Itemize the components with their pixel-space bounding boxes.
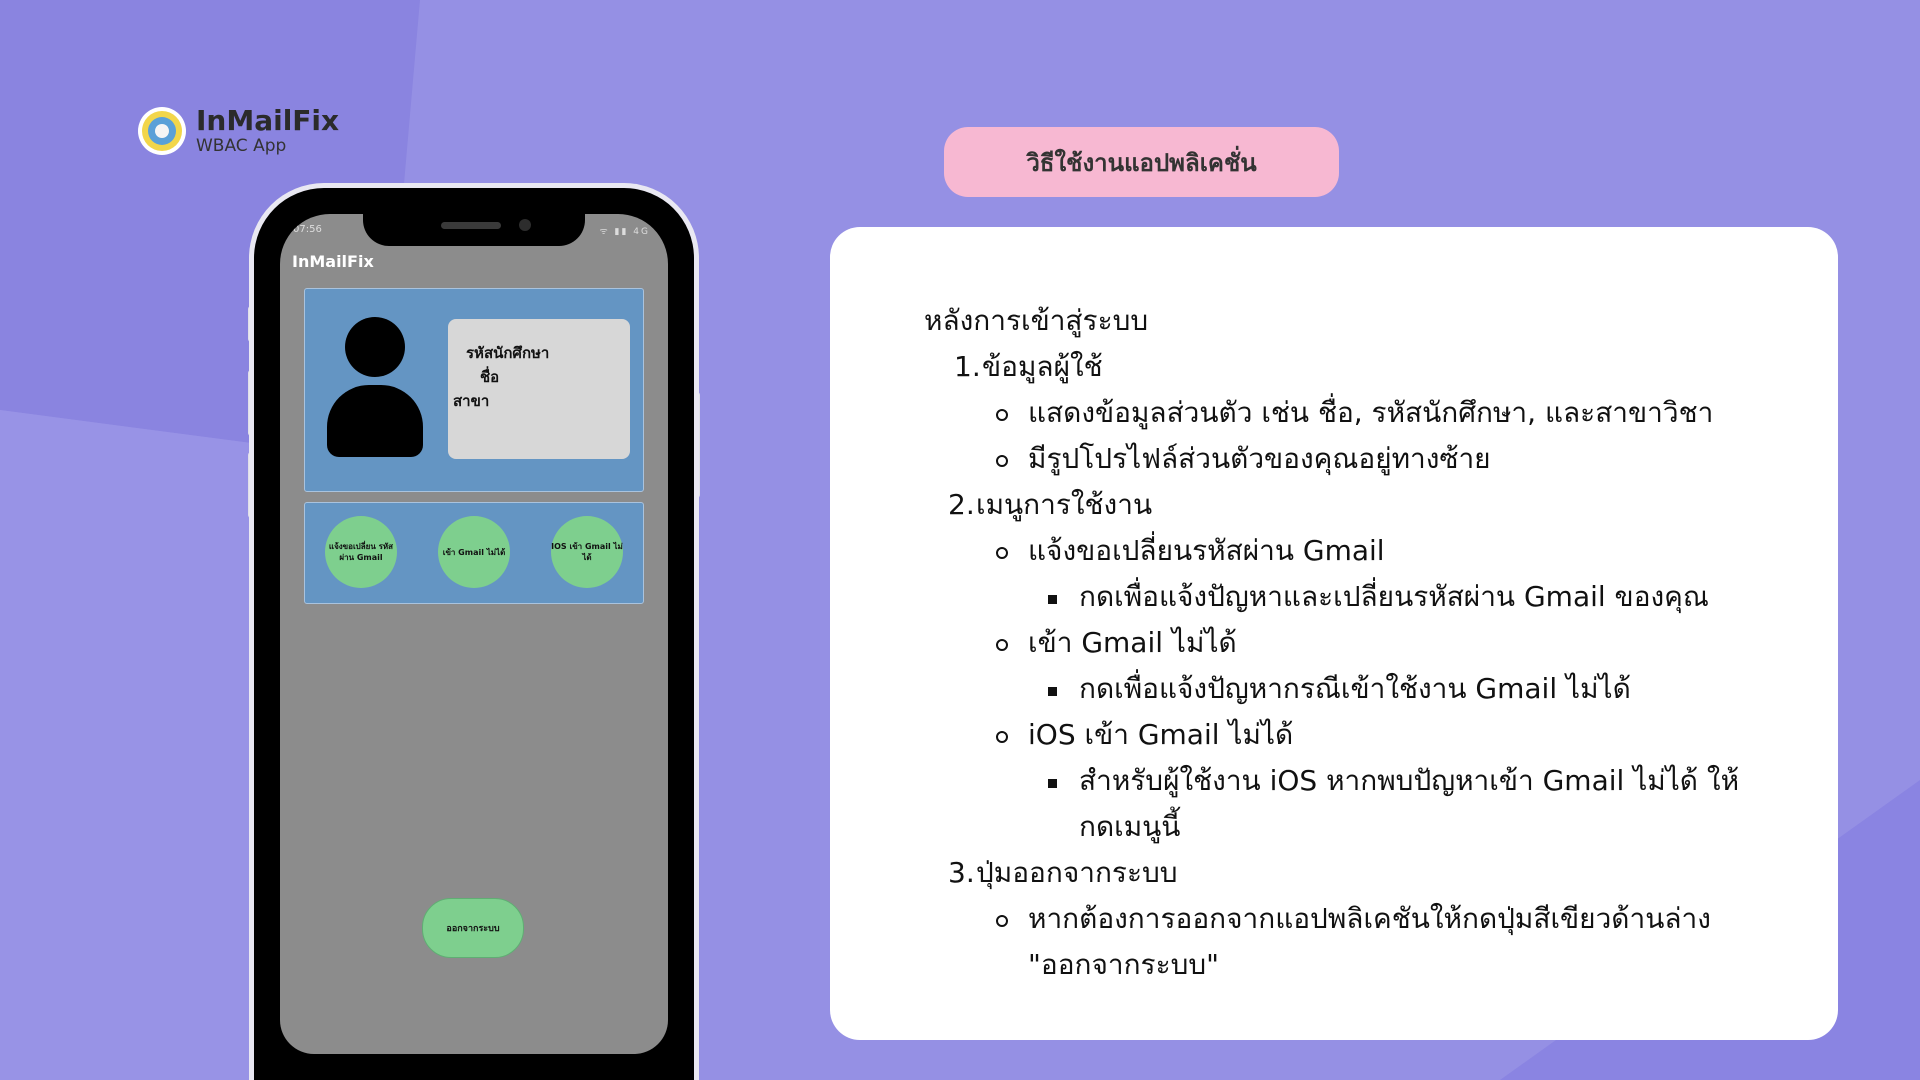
list-item: แสดงข้อมูลส่วนตัว เช่น ชื่อ, รหัสนักศึกษ… xyxy=(1028,396,1714,429)
section-title: ปุ่มออกจากระบบ xyxy=(976,856,1178,889)
section-title: ข้อมูลผู้ใช้ xyxy=(982,350,1103,383)
name-label: ชื่อ xyxy=(480,368,500,386)
list-item: แจ้งขอเปลี่ยนรหัสผ่าน Gmail xyxy=(1028,534,1385,567)
menu-gmail-issue-button[interactable]: เข้า Gmail ไม่ได้ xyxy=(438,516,510,588)
section-2: 2.เมนูการใช้งาน xyxy=(948,485,1152,525)
list-item: iOS เข้า Gmail ไม่ได้ xyxy=(1028,718,1294,751)
logout-button[interactable]: ออกจากระบบ xyxy=(422,898,524,958)
list-subitem: กดเพื่อแจ้งปัญหาและเปลี่ยนรหัสผ่าน Gmail… xyxy=(1079,580,1709,613)
profile-info-box: รหัสนักศึกษา ชื่อ สาขา xyxy=(448,319,630,459)
section-title: เมนูการใช้งาน xyxy=(976,488,1153,521)
student-id-label: รหัสนักศึกษา xyxy=(466,344,550,362)
section-number: 1. xyxy=(954,350,981,383)
list-subitem: กดเพื่อแจ้งปัญหากรณีเข้าใช้งาน Gmail ไม่… xyxy=(1079,672,1631,705)
status-icons: ᯤ ▮▮ 4G xyxy=(599,227,650,237)
section-number: 2. xyxy=(948,488,975,521)
circle-bullet-icon xyxy=(996,409,1008,421)
brand-title: InMailFix xyxy=(196,104,340,137)
profile-card: รหัสนักศึกษา ชื่อ สาขา xyxy=(304,288,644,492)
phone-screen: 07:56 ᯤ ▮▮ 4G InMailFix รหัสนักศึกษา ชื่… xyxy=(280,214,668,1054)
phone-power-button xyxy=(694,392,700,498)
circle-bullet-icon xyxy=(996,639,1008,651)
list-subitem-continued: กดเมนูนี้ xyxy=(1079,810,1181,843)
major-label: สาขา xyxy=(453,392,490,410)
circle-bullet-icon xyxy=(996,455,1008,467)
list-subitem: สำหรับผู้ใช้งาน iOS หากพบปัญหาเข้า Gmail… xyxy=(1079,764,1740,797)
list-item: หากต้องการออกจากแอปพลิเคชันให้กดปุ่มสีเข… xyxy=(1028,902,1711,935)
list-item-continued: "ออกจากระบบ" xyxy=(1028,948,1220,981)
instruction-card: หลังการเข้าสู่ระบบ 1.ข้อมูลผู้ใช้ แสดงข้… xyxy=(830,227,1838,1040)
intro-text: หลังการเข้าสู่ระบบ xyxy=(924,304,1149,337)
phone-speaker xyxy=(441,222,501,229)
circle-bullet-icon xyxy=(996,731,1008,743)
menu-card: แจ้งขอเปลี่ยน รหัสผ่าน Gmail เข้า Gmail … xyxy=(304,502,644,604)
brand: InMailFix WBAC App xyxy=(138,106,339,156)
list-item: มีรูปโปรไฟล์ส่วนตัวของคุณอยู่ทางซ้าย xyxy=(1028,442,1491,475)
app-title: InMailFix xyxy=(292,252,374,271)
brand-subtitle: WBAC App xyxy=(196,136,287,156)
status-time: 07:56 xyxy=(293,224,322,235)
circle-bullet-icon xyxy=(996,915,1008,927)
list-item: เข้า Gmail ไม่ได้ xyxy=(1028,626,1237,659)
square-bullet-icon xyxy=(1048,595,1057,604)
section-1: 1.ข้อมูลผู้ใช้ xyxy=(954,347,1103,387)
section-3: 3.ปุ่มออกจากระบบ xyxy=(948,853,1178,893)
square-bullet-icon xyxy=(1048,779,1057,788)
section-number: 3. xyxy=(948,856,975,889)
menu-change-password-button[interactable]: แจ้งขอเปลี่ยน รหัสผ่าน Gmail xyxy=(325,516,397,588)
phone-mockup: 07:56 ᯤ ▮▮ 4G InMailFix รหัสนักศึกษา ชื่… xyxy=(254,188,694,1080)
phone-camera xyxy=(519,219,531,231)
menu-ios-gmail-button[interactable]: IOS เข้า Gmail ไม่ได้ xyxy=(551,516,623,588)
university-logo-icon xyxy=(138,107,186,155)
circle-bullet-icon xyxy=(996,547,1008,559)
square-bullet-icon xyxy=(1048,687,1057,696)
phone-notch xyxy=(363,204,585,246)
heading-pill: วิธีใช้งานแอปพลิเคชั่น xyxy=(944,127,1339,197)
